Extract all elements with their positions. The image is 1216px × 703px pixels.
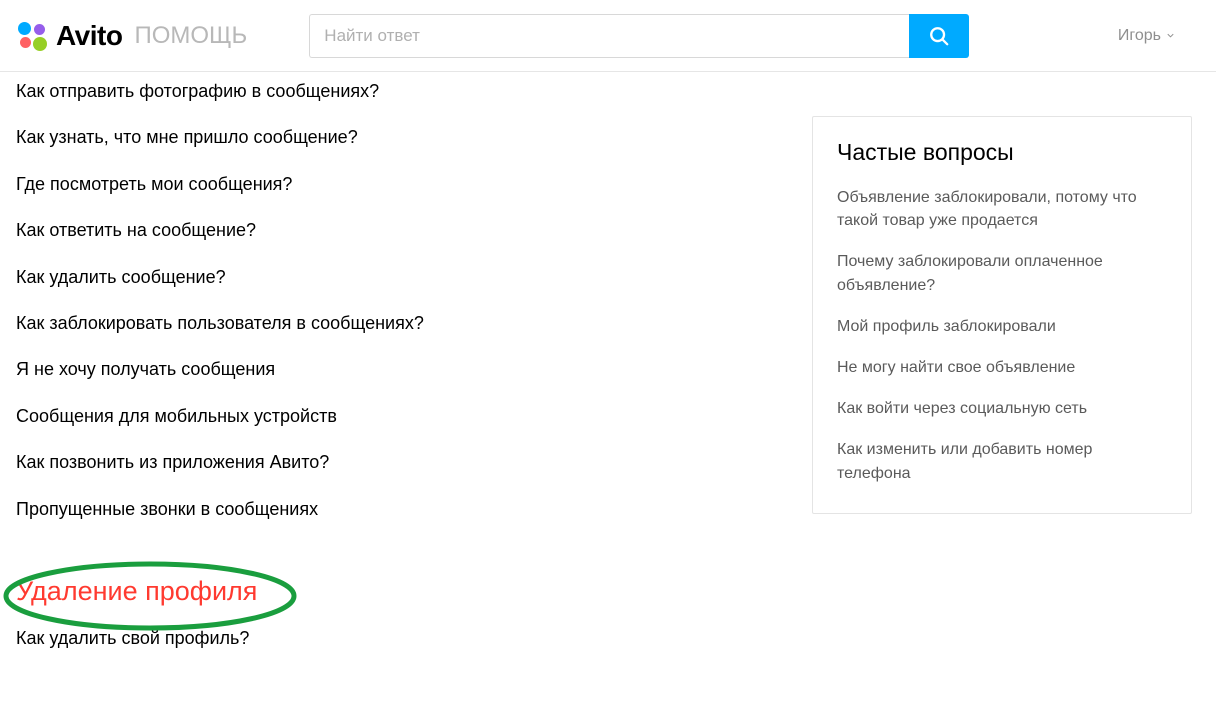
logo[interactable]: Avito ПОМОЩЬ [16, 20, 247, 52]
section-title[interactable]: Удаление профиля [16, 576, 257, 606]
highlighted-section: Удаление профиля [16, 576, 257, 607]
faq-link[interactable]: Мой профиль заблокировали [837, 315, 1167, 338]
faq-link[interactable]: Объявление заблокировали, потому что так… [837, 186, 1167, 232]
header: Avito ПОМОЩЬ Игорь [0, 0, 1216, 72]
faq-link[interactable]: Почему заблокировали оплаченное объявлен… [837, 250, 1167, 296]
question-link[interactable]: Как позвонить из приложения Авито? [16, 451, 776, 474]
faq-link[interactable]: Как изменить или добавить номер телефона [837, 438, 1167, 484]
question-link[interactable]: Я не хочу получать сообщения [16, 358, 776, 381]
user-name: Игорь [1118, 27, 1161, 45]
question-link[interactable]: Сообщения для мобильных устройств [16, 405, 776, 428]
brand-name: Avito [56, 20, 122, 52]
sidebar-title: Частые вопросы [837, 139, 1167, 166]
question-link[interactable]: Как удалить сообщение? [16, 266, 776, 289]
search-button[interactable] [909, 14, 969, 58]
search-bar [309, 14, 969, 58]
main-column: Как отправить фотографию в сообщениях? К… [16, 80, 776, 673]
search-icon [928, 25, 950, 47]
question-link[interactable]: Пропущенные звонки в сообщениях [16, 498, 776, 521]
question-link[interactable]: Как удалить свой профиль? [16, 627, 776, 650]
faq-link[interactable]: Как войти через социальную сеть [837, 397, 1167, 420]
question-link[interactable]: Как отправить фотографию в сообщениях? [16, 80, 776, 103]
faq-sidebar: Частые вопросы Объявление заблокировали,… [812, 116, 1192, 514]
logo-icon [16, 20, 48, 52]
question-link[interactable]: Как заблокировать пользователя в сообщен… [16, 312, 776, 335]
question-link[interactable]: Как ответить на сообщение? [16, 219, 776, 242]
question-link[interactable]: Где посмотреть мои сообщения? [16, 173, 776, 196]
content: Как отправить фотографию в сообщениях? К… [0, 72, 1216, 703]
brand-subtitle: ПОМОЩЬ [134, 22, 247, 50]
faq-link[interactable]: Не могу найти свое объявление [837, 356, 1167, 379]
search-input[interactable] [309, 14, 909, 58]
user-menu[interactable]: Игорь [1118, 27, 1200, 45]
question-link[interactable]: Как узнать, что мне пришло сообщение? [16, 126, 776, 149]
chevron-down-icon [1165, 30, 1176, 41]
